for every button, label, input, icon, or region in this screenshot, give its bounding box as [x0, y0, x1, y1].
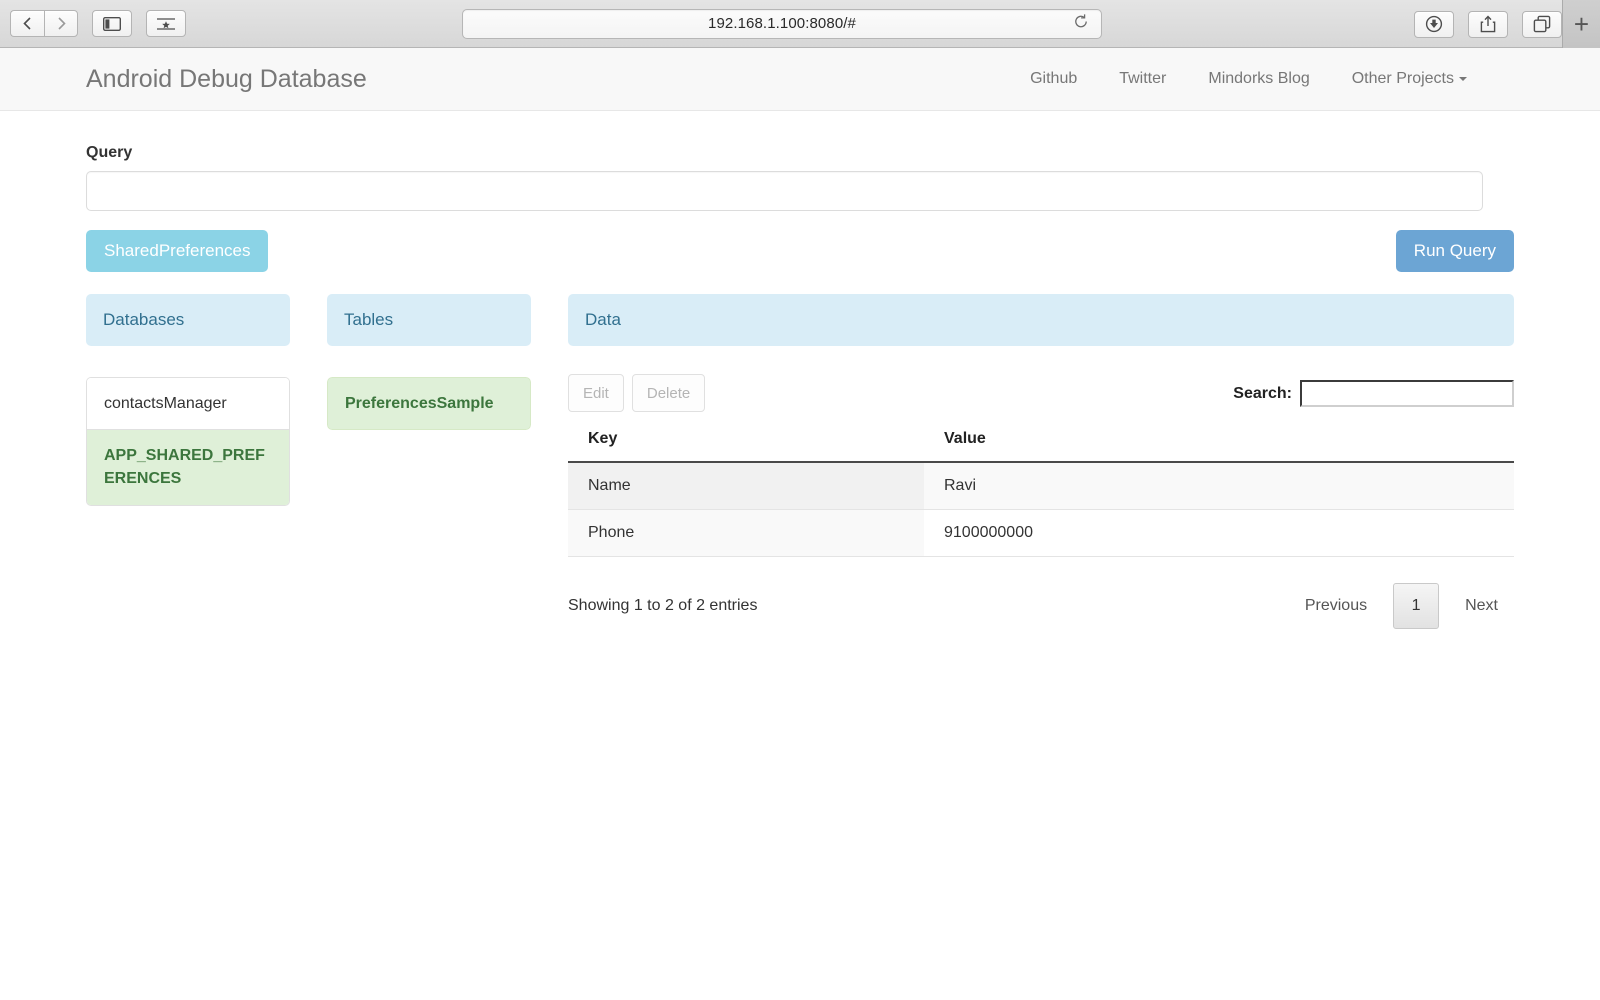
table-toolbar: Edit Delete Search:: [568, 374, 1514, 412]
cell-value: 9100000000: [924, 509, 1514, 557]
nav-link-twitter[interactable]: Twitter: [1098, 70, 1187, 88]
nav-links: Github Twitter Mindorks Blog Other Proje…: [1009, 70, 1564, 88]
tab-overview-icon: [1533, 15, 1551, 33]
table-row[interactable]: Phone 9100000000: [568, 509, 1514, 557]
chevron-down-icon: [1459, 76, 1467, 81]
entries-info: Showing 1 to 2 of 2 entries: [568, 597, 758, 614]
chevron-right-icon: [56, 16, 67, 31]
page-title: Android Debug Database: [86, 64, 367, 93]
nav-link-other-projects-label: Other Projects: [1351, 70, 1454, 87]
main-container: Query SharedPreferences Run Query Databa…: [0, 144, 1600, 629]
databases-panel: Databases contactsManager APP_SHARED_PRE…: [86, 294, 290, 506]
forward-button[interactable]: [44, 10, 78, 37]
cell-key: Phone: [568, 509, 924, 557]
databases-panel-header: Databases: [86, 294, 290, 346]
nav-link-other-projects[interactable]: Other Projects: [1331, 70, 1488, 88]
databases-list: contactsManager APP_SHARED_PREFERENCES: [86, 377, 290, 506]
column-header-key[interactable]: Key: [568, 430, 924, 463]
pagination-previous[interactable]: Previous: [1289, 597, 1383, 615]
tables-list: PreferencesSample: [327, 377, 531, 431]
cell-value: Ravi: [924, 462, 1514, 510]
browser-toolbar: 192.168.1.100:8080/# +: [0, 0, 1600, 48]
search-input[interactable]: [1300, 380, 1514, 407]
tables-panel: Tables PreferencesSample: [327, 294, 531, 431]
list-item-contacts-manager[interactable]: contactsManager: [87, 378, 289, 431]
share-icon: [1480, 15, 1496, 33]
address-bar[interactable]: 192.168.1.100:8080/#: [462, 8, 1102, 39]
search-control: Search:: [1233, 374, 1514, 407]
column-header-value[interactable]: Value: [924, 430, 1514, 463]
bookmarks-star-icon: [156, 17, 176, 31]
data-table: Key Value Name Ravi Phone 9100000000: [568, 430, 1514, 557]
nav-link-github[interactable]: Github: [1009, 70, 1098, 88]
sidebar-toggle-icon: [103, 16, 121, 31]
share-button[interactable]: [1468, 10, 1508, 38]
data-panel-body: Edit Delete Search: Key Value Name Ravi …: [568, 374, 1514, 629]
back-button[interactable]: [10, 10, 44, 37]
data-panel-header: Data: [568, 294, 1514, 346]
pagination-page-1[interactable]: 1: [1393, 583, 1440, 629]
list-item-preferences-sample[interactable]: PreferencesSample: [327, 377, 531, 431]
new-tab-button[interactable]: +: [1562, 0, 1600, 48]
downloads-button[interactable]: [1414, 10, 1454, 38]
run-query-button[interactable]: Run Query: [1395, 230, 1514, 272]
browser-right-toolbar: +: [1414, 0, 1600, 48]
tab-overview-button[interactable]: [1522, 10, 1562, 38]
query-input[interactable]: [86, 171, 1483, 211]
sidebar-toggle-button[interactable]: [92, 10, 132, 37]
cell-key: Name: [568, 462, 924, 510]
shared-preferences-button[interactable]: SharedPreferences: [86, 230, 269, 272]
plus-icon: +: [1573, 9, 1590, 39]
tables-panel-header: Tables: [327, 294, 531, 346]
navigation-button-group: [10, 10, 78, 37]
nav-link-mindorks-blog[interactable]: Mindorks Blog: [1187, 70, 1330, 88]
bookmarks-button[interactable]: [146, 10, 186, 37]
pagination: Previous 1 Next: [1289, 583, 1514, 629]
chevron-left-icon: [22, 16, 33, 31]
reload-icon[interactable]: [1073, 13, 1089, 34]
panels-row: Databases contactsManager APP_SHARED_PRE…: [86, 294, 1514, 629]
action-button-row: SharedPreferences Run Query: [86, 230, 1514, 272]
table-row[interactable]: Name Ravi: [568, 462, 1514, 510]
url-text: 192.168.1.100:8080/#: [708, 15, 856, 32]
list-item-app-shared-preferences[interactable]: APP_SHARED_PREFERENCES: [87, 430, 289, 505]
edit-button[interactable]: Edit: [568, 374, 624, 412]
site-navbar: Android Debug Database Github Twitter Mi…: [0, 48, 1600, 111]
table-header-row: Key Value: [568, 430, 1514, 463]
table-footer: Showing 1 to 2 of 2 entries Previous 1 N…: [568, 583, 1514, 629]
delete-button[interactable]: Delete: [631, 374, 706, 412]
pagination-next[interactable]: Next: [1449, 597, 1514, 615]
search-label: Search:: [1233, 384, 1292, 402]
downloads-icon: [1425, 15, 1443, 33]
query-label: Query: [86, 144, 133, 161]
data-panel: Data Edit Delete Search: Key Value Name …: [568, 294, 1514, 629]
